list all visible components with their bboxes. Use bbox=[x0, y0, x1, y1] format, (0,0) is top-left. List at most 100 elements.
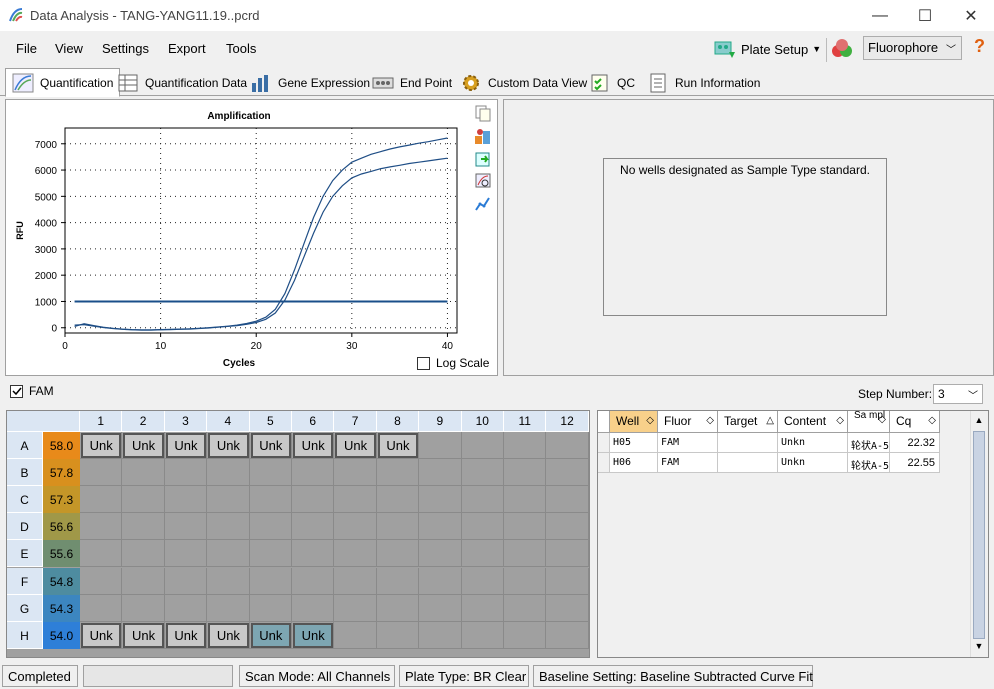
well-D6[interactable] bbox=[292, 513, 335, 541]
well-D12[interactable] bbox=[546, 513, 589, 541]
well-D3[interactable] bbox=[164, 513, 208, 541]
well-D4[interactable] bbox=[207, 513, 250, 541]
well-G6[interactable] bbox=[292, 594, 335, 622]
copy-icon[interactable] bbox=[474, 104, 492, 122]
column-header-1[interactable]: Fluor ◇ bbox=[658, 411, 718, 433]
row-header-B[interactable]: B bbox=[7, 459, 43, 487]
well-H8[interactable] bbox=[376, 621, 420, 649]
well-label-A4[interactable]: Unk bbox=[208, 433, 249, 459]
column-header-11[interactable]: 11 bbox=[504, 411, 547, 432]
well-C12[interactable] bbox=[546, 486, 589, 514]
row-header-C[interactable]: C bbox=[7, 486, 43, 514]
result-cell[interactable]: H05 bbox=[610, 433, 658, 453]
well-E12[interactable] bbox=[546, 540, 589, 568]
well-B2[interactable] bbox=[122, 459, 165, 487]
well-E10[interactable] bbox=[461, 540, 504, 568]
well-E4[interactable] bbox=[207, 540, 250, 568]
row-header-F[interactable]: F bbox=[7, 567, 43, 595]
well-C6[interactable] bbox=[292, 486, 335, 514]
row-header-E[interactable]: E bbox=[7, 540, 43, 568]
column-header-10[interactable]: 10 bbox=[461, 411, 504, 432]
well-D8[interactable] bbox=[376, 513, 420, 541]
well-E5[interactable] bbox=[249, 540, 292, 568]
well-A11[interactable] bbox=[504, 432, 547, 460]
well-C10[interactable] bbox=[461, 486, 504, 514]
result-cell[interactable]: H06 bbox=[610, 453, 658, 473]
well-C1[interactable] bbox=[80, 486, 123, 514]
fam-checkbox[interactable] bbox=[10, 385, 23, 398]
menu-tools[interactable]: Tools bbox=[226, 41, 256, 56]
well-C11[interactable] bbox=[504, 486, 547, 514]
well-F5[interactable] bbox=[249, 567, 292, 595]
result-cell[interactable]: 22.32 bbox=[890, 433, 940, 453]
well-F11[interactable] bbox=[504, 567, 547, 595]
well-label-A7[interactable]: Unk bbox=[335, 433, 376, 459]
chart-settings-icon[interactable] bbox=[474, 127, 492, 145]
well-G12[interactable] bbox=[546, 594, 589, 622]
tab-end-point[interactable]: End Point bbox=[365, 69, 459, 96]
well-G3[interactable] bbox=[164, 594, 208, 622]
step-number-select[interactable]: 3 ﹀ bbox=[933, 384, 983, 404]
well-B1[interactable] bbox=[80, 459, 123, 487]
column-header-3[interactable]: 3 bbox=[164, 411, 208, 432]
row-header-H[interactable]: H bbox=[7, 621, 43, 649]
amplification-chart[interactable]: Amplification 0 10 20 30 40 0 1000 2000 3000 4000 5… bbox=[6, 100, 471, 370]
well-B3[interactable] bbox=[164, 459, 208, 487]
close-button[interactable]: ✕ bbox=[948, 0, 994, 31]
well-G7[interactable] bbox=[334, 594, 377, 622]
well-G4[interactable] bbox=[207, 594, 250, 622]
well-C2[interactable] bbox=[122, 486, 165, 514]
well-label-H4[interactable]: Unk bbox=[208, 622, 249, 648]
export-icon[interactable] bbox=[474, 150, 492, 168]
well-D5[interactable] bbox=[249, 513, 292, 541]
column-header-8[interactable]: 8 bbox=[376, 411, 420, 432]
menu-settings[interactable]: Settings bbox=[102, 41, 149, 56]
result-cell[interactable] bbox=[718, 453, 778, 473]
well-C9[interactable] bbox=[419, 486, 462, 514]
well-E2[interactable] bbox=[122, 540, 165, 568]
well-B10[interactable] bbox=[461, 459, 504, 487]
well-label-H2[interactable]: Unk bbox=[123, 622, 164, 648]
well-label-H6[interactable]: Unk bbox=[293, 622, 334, 648]
column-header-3[interactable]: Content ◇ bbox=[778, 411, 848, 433]
well-label-H5[interactable]: Unk bbox=[250, 622, 291, 648]
well-E7[interactable] bbox=[334, 540, 377, 568]
curve-icon[interactable] bbox=[474, 195, 492, 213]
well-G9[interactable] bbox=[419, 594, 462, 622]
well-D9[interactable] bbox=[419, 513, 462, 541]
well-F2[interactable] bbox=[122, 567, 165, 595]
result-cell[interactable]: FAM bbox=[658, 453, 718, 473]
well-F4[interactable] bbox=[207, 567, 250, 595]
well-C3[interactable] bbox=[164, 486, 208, 514]
vertical-scrollbar[interactable]: ▲ ▼ bbox=[970, 411, 987, 657]
well-B7[interactable] bbox=[334, 459, 377, 487]
tab-gene-expression[interactable]: Gene Expression bbox=[243, 69, 377, 96]
well-G2[interactable] bbox=[122, 594, 165, 622]
well-B4[interactable] bbox=[207, 459, 250, 487]
tab-run-information[interactable]: Run Information bbox=[640, 69, 767, 96]
well-G1[interactable] bbox=[80, 594, 123, 622]
result-cell[interactable]: FAM bbox=[658, 433, 718, 453]
column-header-5[interactable]: 5 bbox=[249, 411, 292, 432]
well-F3[interactable] bbox=[164, 567, 208, 595]
well-B6[interactable] bbox=[292, 459, 335, 487]
zoom-icon[interactable] bbox=[474, 172, 492, 190]
column-header-4[interactable]: 4 bbox=[207, 411, 250, 432]
well-E8[interactable] bbox=[376, 540, 420, 568]
tab-quantification[interactable]: Quantification bbox=[5, 68, 121, 97]
well-E6[interactable] bbox=[292, 540, 335, 568]
row-header-D[interactable]: D bbox=[7, 513, 43, 541]
well-label-H1[interactable]: Unk bbox=[81, 622, 122, 648]
well-F6[interactable] bbox=[292, 567, 335, 595]
maximize-button[interactable]: ☐ bbox=[902, 0, 948, 31]
well-label-A3[interactable]: Unk bbox=[165, 433, 207, 459]
well-H12[interactable] bbox=[546, 621, 589, 649]
well-D10[interactable] bbox=[461, 513, 504, 541]
result-cell[interactable]: Unkn bbox=[778, 453, 848, 473]
well-F12[interactable] bbox=[546, 567, 589, 595]
well-H7[interactable] bbox=[334, 621, 377, 649]
well-label-A2[interactable]: Unk bbox=[123, 433, 164, 459]
column-header-12[interactable]: 12 bbox=[546, 411, 589, 432]
well-D1[interactable] bbox=[80, 513, 123, 541]
log-scale-toggle[interactable]: Log Scale bbox=[417, 356, 489, 370]
